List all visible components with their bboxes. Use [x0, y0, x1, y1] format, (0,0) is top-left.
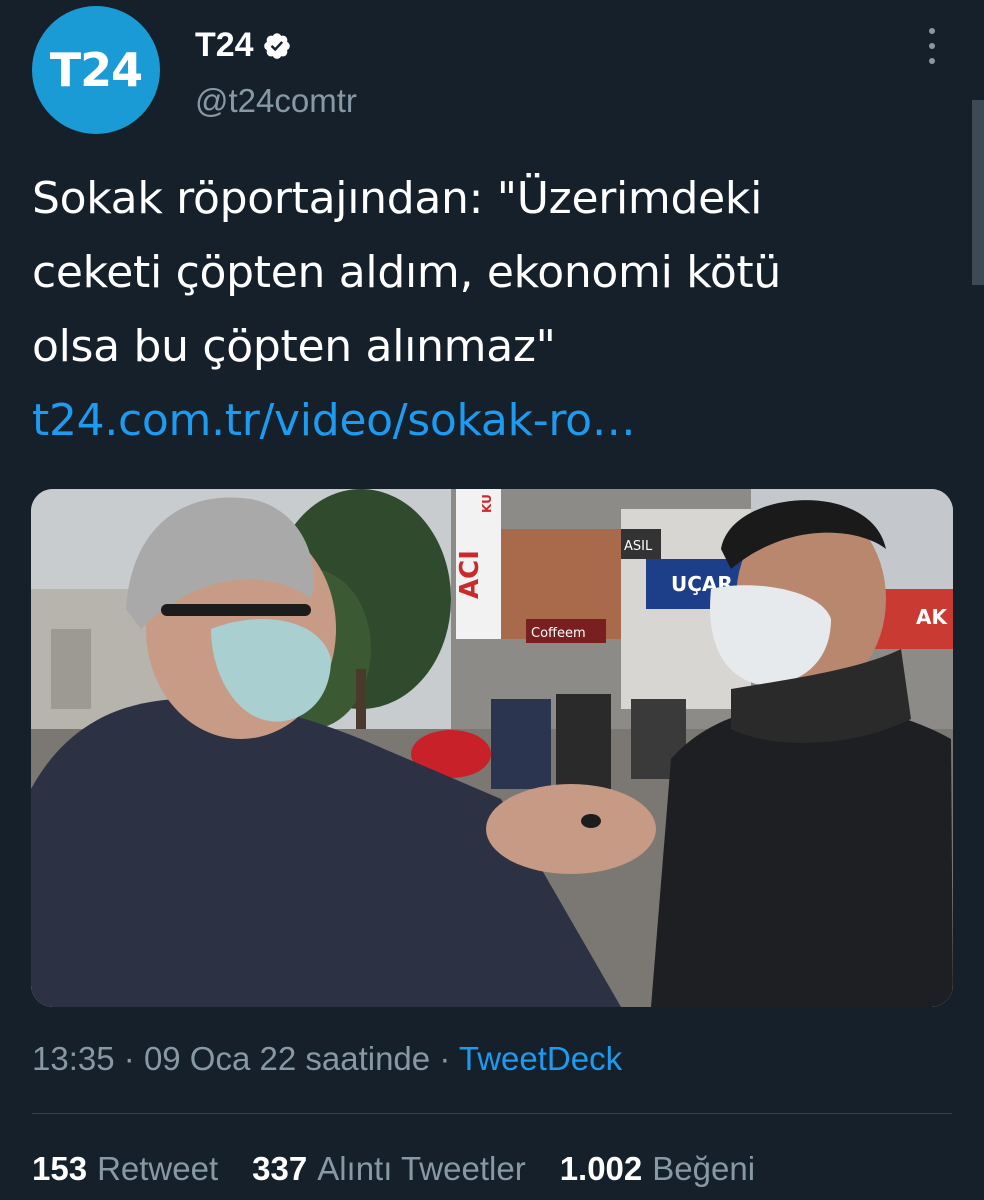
divider: [32, 1113, 952, 1114]
tweet-link[interactable]: t24.com.tr/video/sokak-ro…: [32, 395, 636, 446]
user-handle[interactable]: @t24comtr: [195, 82, 357, 120]
tweet-text-line: olsa bu çöpten alınmaz": [32, 321, 556, 372]
stat-quote-tweets[interactable]: 337 Alıntı Tweetler: [252, 1150, 526, 1188]
tweet-text-line: ceketi çöpten aldım, ekonomi kötü: [32, 247, 781, 298]
scrollbar[interactable]: [972, 100, 984, 285]
tweet-time[interactable]: 13:35: [32, 1040, 115, 1077]
stat-count: 337: [252, 1150, 308, 1187]
sign-asil: ASIL: [624, 539, 653, 554]
verified-badge-icon: [263, 32, 290, 59]
tweet-date[interactable]: 09 Oca 22 saatinde: [144, 1040, 430, 1077]
tweet-source-link[interactable]: TweetDeck: [459, 1040, 622, 1077]
tweet-media-image[interactable]: ACI KU Coffeem ASIL UÇAR AK: [31, 489, 953, 1007]
stat-retweets[interactable]: 153 Retweet: [32, 1150, 218, 1188]
tweet-meta: 13:35 · 09 Oca 22 saatinde · TweetDeck: [32, 1040, 622, 1078]
more-options-icon[interactable]: [920, 28, 944, 64]
street-interview-photo: ACI KU Coffeem ASIL UÇAR AK: [31, 489, 953, 1007]
meta-separator: ·: [123, 1040, 144, 1077]
stat-count: 1.002: [559, 1150, 643, 1187]
avatar[interactable]: T24: [32, 6, 160, 134]
stat-label: Beğeni: [652, 1150, 756, 1187]
stat-label: Retweet: [97, 1150, 219, 1187]
user-display-name[interactable]: T24: [195, 26, 254, 65]
meta-separator: ·: [439, 1040, 459, 1077]
sign-coffeem: Coffeem: [531, 626, 586, 641]
sign-ku: KU: [480, 494, 494, 513]
user-name-row[interactable]: T24: [195, 26, 292, 65]
tweet-text-line: Sokak röportajından: "Üzerimdeki: [32, 173, 762, 224]
tweet-text: Sokak röportajından: "Üzerimdeki ceketi …: [32, 162, 932, 458]
stat-count: 153: [32, 1150, 88, 1187]
sign-ak: AK: [916, 605, 948, 629]
tweet-stats: 153 Retweet 337 Alıntı Tweetler 1.002 Beğen…: [32, 1150, 789, 1188]
sign-aci: ACI: [455, 550, 485, 599]
stat-label: Alıntı Tweetler: [317, 1150, 526, 1187]
stat-likes[interactable]: 1.002 Beğeni: [560, 1150, 755, 1188]
tweet-card: T24 T24 @t24comtr Sokak röportajından: "…: [0, 0, 984, 1200]
avatar-logo-text: T24: [49, 43, 143, 97]
